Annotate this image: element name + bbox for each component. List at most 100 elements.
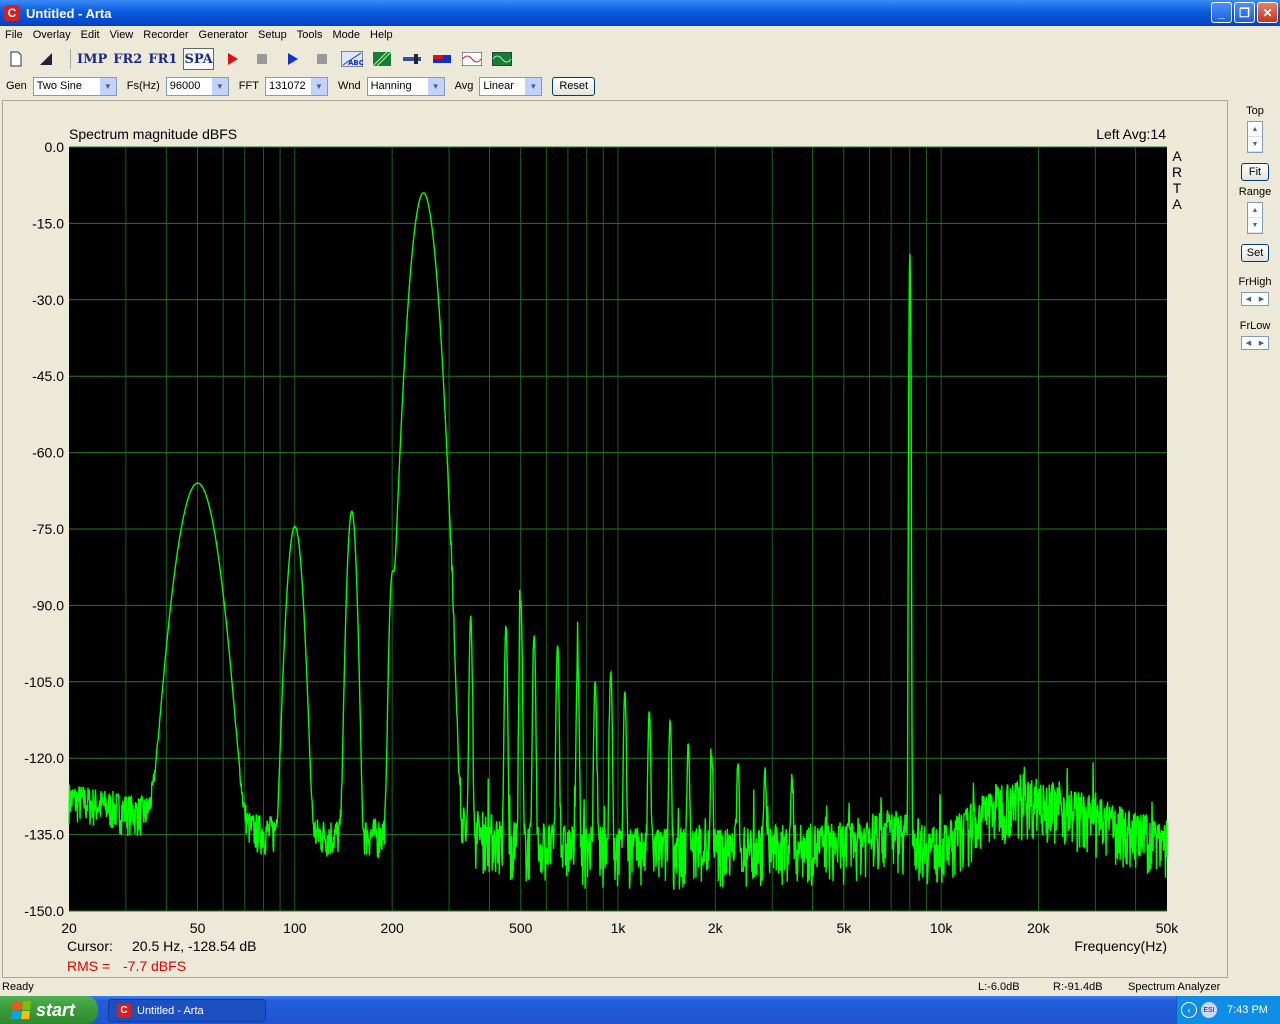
- start-button[interactable]: start: [0, 996, 98, 1024]
- averaging-select[interactable]: Linear ▼: [479, 76, 543, 96]
- fr2-mode-button[interactable]: FR2: [113, 48, 142, 70]
- maximize-button[interactable]: ❐: [1234, 2, 1255, 23]
- title-bar: C Untitled - Arta _ ❐ ✕: [0, 0, 1280, 26]
- set-button[interactable]: Set: [1241, 244, 1269, 262]
- x-axis-label: Frequency(Hz): [1074, 938, 1167, 954]
- impulse-mode-button[interactable]: IMP: [77, 48, 107, 70]
- taskbar: start C Untitled - Arta ‹ ESI 7:43 PM: [0, 996, 1280, 1024]
- frhigh-label: FrHigh: [1238, 276, 1272, 288]
- frhigh-spinner[interactable]: ◀ ▶: [1241, 292, 1269, 306]
- y-tick-label: -120.0: [24, 750, 64, 766]
- fr1-mode-button[interactable]: FR1: [148, 48, 177, 70]
- averaging-value: Linear: [483, 80, 514, 92]
- new-file-icon[interactable]: [4, 48, 28, 70]
- top-spinner[interactable]: ▲ ▼: [1247, 121, 1263, 153]
- menu-setup[interactable]: Setup: [253, 29, 292, 41]
- level-meter-icon[interactable]: [430, 48, 454, 70]
- x-tick-label: 200: [380, 920, 404, 936]
- brand-letter: A: [1172, 196, 1182, 212]
- play-icon[interactable]: [280, 48, 304, 70]
- esi-tray-icon[interactable]: ESI: [1201, 1002, 1217, 1018]
- x-tick-label: 50: [190, 920, 206, 936]
- minimize-button[interactable]: _: [1211, 2, 1232, 23]
- frlow-spinner[interactable]: ◀ ▶: [1241, 336, 1269, 350]
- menu-help[interactable]: Help: [365, 29, 398, 41]
- status-left-level: L:-6.0dB: [978, 981, 1020, 993]
- tray-expand-icon[interactable]: ‹: [1181, 1002, 1197, 1018]
- spin-up-icon[interactable]: ▲: [1248, 122, 1262, 137]
- stop-icon[interactable]: [250, 48, 274, 70]
- brand-letter: T: [1173, 180, 1182, 196]
- stop-generator-icon[interactable]: [310, 48, 334, 70]
- x-tick-label: 10k: [930, 920, 954, 936]
- x-tick-label: 500: [509, 920, 533, 936]
- chevron-down-icon: ▼: [525, 77, 542, 95]
- imp-label: IMP: [77, 51, 108, 67]
- right-control-panel: Top ▲ ▼ Fit Range ▲ ▼ Set FrHigh ◀ ▶ FrL…: [1232, 100, 1278, 978]
- rms-value: -7.7 dBFS: [123, 958, 186, 974]
- taskbar-item-label: Untitled - Arta: [137, 1004, 204, 1017]
- generator-select[interactable]: Two Sine ▼: [32, 76, 117, 96]
- rms-label: RMS =: [67, 958, 110, 974]
- menu-view[interactable]: View: [105, 29, 139, 41]
- spin-down-icon[interactable]: ▼: [1248, 137, 1262, 152]
- close-button[interactable]: ✕: [1257, 2, 1278, 23]
- brand-letter: A: [1172, 148, 1182, 164]
- spin-right-icon[interactable]: ▶: [1255, 337, 1268, 349]
- spin-down-icon[interactable]: ▼: [1248, 218, 1262, 233]
- hatch-icon[interactable]: [370, 48, 394, 70]
- fs-label: Fs(Hz): [126, 80, 160, 92]
- open-file-icon[interactable]: [34, 48, 58, 70]
- fit-button[interactable]: Fit: [1241, 163, 1269, 181]
- menu-file[interactable]: File: [0, 29, 28, 41]
- frlow-label: FrLow: [1239, 320, 1271, 332]
- x-tick-label: 2k: [708, 920, 724, 936]
- menu-generator[interactable]: Generator: [194, 29, 254, 41]
- arta-app-icon[interactable]: C: [4, 5, 20, 21]
- fft-size-select[interactable]: 131072 ▼: [264, 76, 328, 96]
- chevron-down-icon: ▼: [99, 77, 116, 95]
- spin-right-icon[interactable]: ▶: [1255, 293, 1268, 305]
- status-ready: Ready: [2, 981, 34, 993]
- window-title: Untitled - Arta: [26, 5, 112, 21]
- window-select[interactable]: Hanning ▼: [366, 76, 445, 96]
- range-label: Range: [1238, 186, 1272, 198]
- menu-overlay[interactable]: Overlay: [28, 29, 76, 41]
- x-tick-label: 20k: [1027, 920, 1051, 936]
- slider-icon[interactable]: [400, 48, 424, 70]
- spin-up-icon[interactable]: ▲: [1248, 203, 1262, 218]
- windows-flag-icon: [11, 1001, 31, 1019]
- scope-icon[interactable]: [460, 48, 484, 70]
- chevron-down-icon: ▼: [310, 77, 327, 95]
- generator-value: Two Sine: [36, 80, 83, 92]
- range-spinner[interactable]: ▲ ▼: [1247, 202, 1263, 234]
- sample-rate-select[interactable]: 96000 ▼: [165, 76, 229, 96]
- spin-left-icon[interactable]: ◀: [1242, 293, 1255, 305]
- fr1-label: FR1: [148, 51, 178, 67]
- menu-bar: File Overlay Edit View Recorder Generato…: [0, 26, 1280, 44]
- menu-mode[interactable]: Mode: [327, 29, 365, 41]
- clock: 7:43 PM: [1227, 1004, 1268, 1016]
- system-tray: ‹ ESI 7:43 PM: [1176, 996, 1280, 1024]
- menu-recorder[interactable]: Recorder: [138, 29, 193, 41]
- spa-mode-button[interactable]: SPA: [183, 48, 214, 70]
- fft-label: FFT: [238, 80, 259, 92]
- chevron-down-icon: ▼: [427, 77, 444, 95]
- chart-title: Spectrum magnitude dBFS: [69, 126, 237, 142]
- avg-label: Avg: [454, 80, 474, 92]
- y-tick-label: -135.0: [24, 827, 64, 843]
- menu-edit[interactable]: Edit: [76, 29, 105, 41]
- start-label: start: [36, 999, 76, 1020]
- x-tick-label: 20: [61, 920, 77, 936]
- taskbar-item-arta[interactable]: C Untitled - Arta: [108, 999, 266, 1022]
- reset-button[interactable]: Reset: [552, 76, 596, 96]
- analyzer-icon[interactable]: [490, 48, 514, 70]
- top-label: Top: [1246, 105, 1264, 117]
- abc-scale-icon[interactable]: ABC: [340, 48, 364, 70]
- spectrum-chart[interactable]: Spectrum magnitude dBFS Left Avg:14 0.0 -…: [3, 101, 1227, 977]
- spin-left-icon[interactable]: ◀: [1242, 337, 1255, 349]
- menu-tools[interactable]: Tools: [292, 29, 328, 41]
- y-tick-label: -30.0: [32, 292, 64, 308]
- record-icon[interactable]: [220, 48, 244, 70]
- toolbar: IMP FR2 FR1 SPA ABC: [0, 46, 1280, 72]
